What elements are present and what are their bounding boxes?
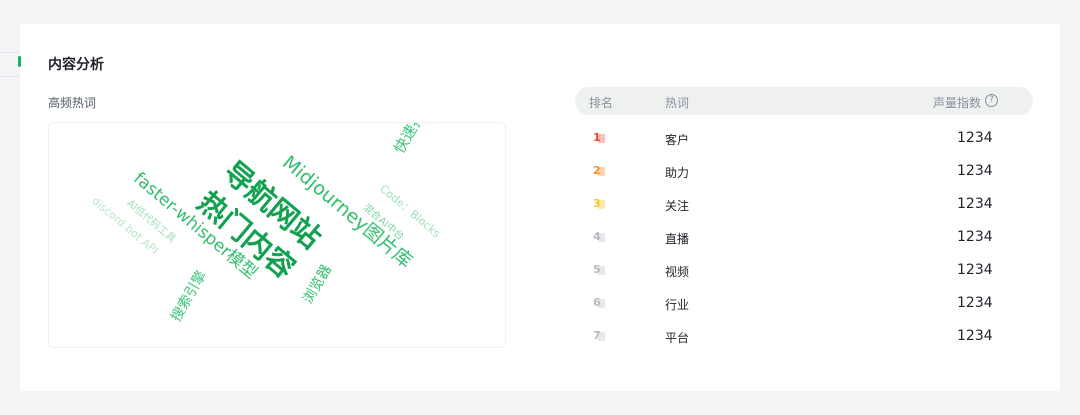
volume-index-cell: 1234 bbox=[957, 229, 993, 245]
divider bbox=[0, 52, 20, 53]
hot-words-table-header: 排名 热词 声量指数 ? bbox=[575, 87, 1033, 115]
word-cloud-word[interactable]: 搜索引擎 bbox=[168, 268, 210, 324]
rank-number: 6 bbox=[593, 296, 601, 309]
rank-badge: 5 bbox=[593, 264, 605, 276]
word-cloud: 导航网站 热门内容 Midjourney图片库 faster-whisper模型… bbox=[48, 122, 506, 348]
table-row[interactable]: 5 视频 1234 bbox=[575, 254, 1033, 287]
rank-badge: 3 bbox=[593, 198, 605, 210]
volume-index-cell: 1234 bbox=[957, 163, 993, 179]
hot-word-cell: 关注 bbox=[665, 199, 690, 213]
column-header-rank: 排名 bbox=[589, 96, 614, 110]
rank-number: 4 bbox=[593, 230, 601, 243]
word-cloud-title: 高频热词 bbox=[48, 96, 97, 110]
word-cloud-word[interactable]: 浏览器 bbox=[300, 262, 335, 306]
content-analysis-card: 内容分析 高频热词 导航网站 热门内容 Midjourney图片库 faster… bbox=[20, 24, 1060, 391]
table-row[interactable]: 2 助力 1234 bbox=[575, 155, 1033, 188]
volume-index-cell: 1234 bbox=[957, 130, 993, 146]
volume-index-cell: 1234 bbox=[957, 295, 993, 311]
rank-number: 7 bbox=[593, 329, 601, 342]
volume-index-cell: 1234 bbox=[957, 196, 993, 212]
rank-number: 5 bbox=[593, 263, 601, 276]
rank-number: 2 bbox=[593, 164, 601, 177]
word-cloud-word[interactable]: 快速打字 bbox=[390, 123, 436, 157]
rank-badge: 2 bbox=[593, 165, 605, 177]
section-title: 内容分析 bbox=[48, 57, 104, 73]
rank-number: 1 bbox=[593, 131, 601, 144]
volume-index-cell: 1234 bbox=[957, 262, 993, 278]
divider bbox=[0, 76, 20, 77]
hot-word-cell: 客户 bbox=[665, 133, 690, 147]
question-circle-icon[interactable]: ? bbox=[985, 94, 998, 107]
rank-number: 3 bbox=[593, 197, 601, 210]
left-panel-edge bbox=[0, 24, 20, 364]
table-row[interactable]: 3 关注 1234 bbox=[575, 188, 1033, 221]
rank-badge: 1 bbox=[593, 132, 605, 144]
hot-word-cell: 平台 bbox=[665, 331, 690, 345]
rank-badge: 7 bbox=[593, 330, 605, 342]
hot-word-cell: 视频 bbox=[665, 265, 690, 279]
volume-index-cell: 1234 bbox=[957, 328, 993, 344]
table-row[interactable]: 1 客户 1234 bbox=[575, 122, 1033, 155]
hot-word-cell: 助力 bbox=[665, 166, 690, 180]
table-row[interactable]: 4 直播 1234 bbox=[575, 221, 1033, 254]
active-indicator bbox=[18, 56, 21, 67]
hot-word-cell: 行业 bbox=[665, 298, 690, 312]
rank-badge: 4 bbox=[593, 231, 605, 243]
rank-badge: 6 bbox=[593, 297, 605, 309]
hot-word-cell: 直播 bbox=[665, 232, 690, 246]
column-header-word: 热词 bbox=[665, 96, 690, 110]
column-header-index: 声量指数 bbox=[933, 96, 982, 110]
hot-words-table: 1 客户 1234 2 助力 1234 3 关注 1234 4 直播 1234 5 视频 1234 6 行业 12… bbox=[575, 122, 1033, 353]
table-row[interactable]: 6 行业 1234 bbox=[575, 287, 1033, 320]
table-row[interactable]: 7 平台 1234 bbox=[575, 320, 1033, 353]
